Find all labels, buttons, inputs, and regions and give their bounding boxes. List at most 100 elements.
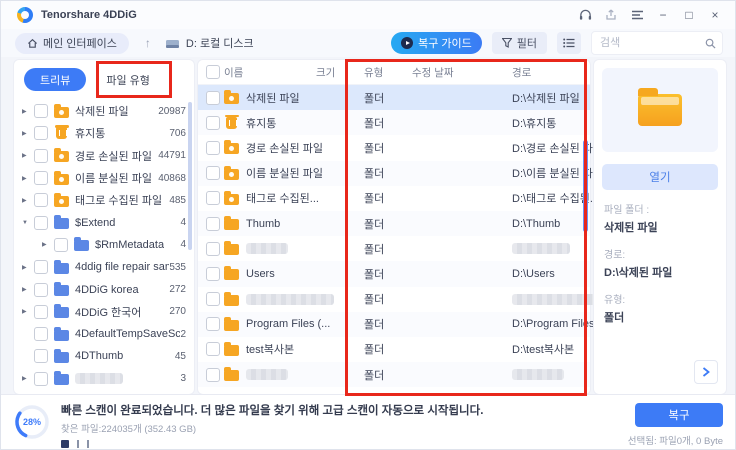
tree-item[interactable]: ▶ 휴지통 706 [14, 122, 188, 144]
tree-checkbox[interactable] [34, 215, 48, 230]
tree-checkbox[interactable] [34, 148, 48, 163]
tree-item[interactable]: ▶ 이름 분실된 파일 40868 [14, 167, 188, 189]
expand-arrow-icon[interactable]: ▶ [22, 264, 34, 271]
breadcrumb-drive[interactable]: D: 로컬 디스크 [165, 35, 254, 51]
expand-arrow-icon[interactable]: ▶ [22, 286, 34, 293]
headphones-support-icon[interactable] [575, 6, 595, 24]
column-date[interactable]: 수정 날짜 [412, 65, 512, 80]
file-type: 폴더 [364, 268, 385, 281]
row-checkbox[interactable] [206, 115, 220, 130]
tree-item[interactable]: ▼ $Extend 4 [14, 211, 188, 233]
expand-arrow-icon[interactable]: ▶ [22, 175, 34, 182]
tree-checkbox[interactable] [34, 126, 48, 141]
expand-arrow-icon[interactable]: ▶ [22, 308, 34, 315]
row-checkbox[interactable] [206, 216, 220, 231]
column-size[interactable]: 크기 [316, 65, 364, 80]
deleted-files-folder-icon [224, 90, 239, 105]
expand-arrow-icon[interactable]: ▼ [22, 220, 34, 226]
table-row[interactable]: 경로 손실된 파일 폴더 D:\경로 손실된 파일 [198, 135, 603, 160]
row-checkbox[interactable] [206, 166, 220, 181]
sidebar-scrollbar[interactable] [188, 102, 192, 250]
tree-item[interactable]: ▶ 4DDiG korea 272 [14, 278, 188, 300]
close-icon[interactable]: × [705, 6, 725, 24]
column-path[interactable]: 경로 [512, 65, 590, 80]
tree-item-count: 4 [180, 239, 186, 251]
table-row[interactable]: Users 폴더 D:\Users [198, 261, 590, 287]
row-checkbox[interactable] [206, 266, 220, 281]
tree-item[interactable]: ▶ 태그로 수집된 파일 485 [14, 189, 188, 211]
tree-item[interactable]: 4DefaultTempSaveScan2 [14, 323, 188, 345]
tree-checkbox[interactable] [34, 260, 48, 275]
file-list-scrollbar[interactable] [583, 140, 588, 232]
row-checkbox[interactable] [206, 241, 220, 256]
tag-folder-icon [54, 192, 69, 207]
pause-scan-button[interactable] [77, 440, 89, 448]
recover-button[interactable]: 복구 [635, 403, 723, 427]
select-all-checkbox[interactable] [206, 65, 220, 79]
row-checkbox[interactable] [206, 342, 220, 357]
column-type[interactable]: 유형 [364, 65, 412, 80]
table-row[interactable]: 삭제된 파일 폴더 D:\삭제된 파일 [198, 85, 590, 111]
expand-arrow-icon[interactable]: ▶ [22, 108, 34, 115]
table-row[interactable]: Thumb 폴더 D:\Thumb [198, 210, 590, 237]
tree-item[interactable]: 4DThumb 45 [14, 345, 188, 367]
column-name[interactable]: 이름 [224, 65, 316, 80]
tree-checkbox[interactable] [34, 282, 48, 297]
recovery-guide-button[interactable]: 복구 가이드 [391, 32, 482, 54]
drive-icon [165, 39, 179, 48]
open-button[interactable]: 열기 [602, 164, 718, 190]
tree-item[interactable]: ▶ 삭제된 파일 20987 [14, 100, 188, 122]
file-name: Program Files (... [246, 318, 331, 331]
maximize-icon[interactable]: □ [679, 6, 699, 24]
tree-checkbox[interactable] [34, 171, 48, 186]
table-row[interactable]: 휴지통 폴더 D:\휴지통 [198, 110, 590, 136]
table-row[interactable]: 폴더 [198, 236, 590, 261]
table-row[interactable]: 태그로 수집된... 폴더 D:\태그로 수집된... [198, 186, 599, 211]
next-page-button[interactable] [694, 360, 718, 384]
expand-arrow-icon[interactable]: ▶ [42, 241, 54, 248]
main-interface-button[interactable]: 메인 인터페이스 [15, 32, 129, 54]
row-checkbox[interactable] [206, 90, 220, 105]
up-arrow-icon[interactable]: ↑ [145, 36, 151, 50]
row-checkbox[interactable] [206, 191, 220, 206]
hamburger-menu-icon[interactable] [627, 6, 647, 24]
tree-checkbox[interactable] [34, 349, 48, 364]
tree-checkbox[interactable] [34, 371, 48, 386]
list-view-button[interactable] [557, 32, 581, 54]
tab-tree-view[interactable]: 트리뷰 [24, 68, 87, 91]
tree-checkbox[interactable] [34, 193, 48, 208]
file-name: 이름 분실된 파일 [246, 168, 323, 181]
expand-arrow-icon[interactable]: ▶ [22, 130, 34, 137]
expand-arrow-icon[interactable]: ▶ [22, 197, 34, 204]
table-row[interactable]: Program Files (... 폴더 D:\Program Files (..… [198, 311, 610, 337]
filter-button[interactable]: 필터 [491, 32, 547, 54]
share-icon[interactable] [601, 6, 621, 24]
expand-arrow-icon[interactable]: ▶ [22, 375, 34, 382]
tree-item[interactable]: ▶ $RmMetadata 4 [14, 234, 188, 256]
stop-scan-button[interactable] [61, 440, 69, 448]
tree-checkbox[interactable] [54, 237, 68, 252]
table-row[interactable]: test복사본 폴더 D:\test복사본 [198, 337, 590, 362]
table-row[interactable]: 폴더 [198, 362, 590, 388]
tree-item[interactable]: ▶ 3 [14, 368, 188, 390]
search-box[interactable] [591, 31, 723, 55]
file-type: 폴더 [364, 294, 385, 307]
table-row[interactable]: 이름 분실된 파일 폴더 D:\이름 분실된 파일 [198, 160, 603, 186]
row-checkbox[interactable] [206, 317, 220, 332]
search-input[interactable] [598, 36, 705, 50]
tree-item[interactable]: ▶ 4ddig file repair sample535 [14, 256, 188, 278]
table-row[interactable]: 폴더 [198, 287, 604, 312]
tree-checkbox[interactable] [34, 104, 48, 119]
tree-checkbox[interactable] [34, 327, 48, 342]
tree-item[interactable]: ▶ 경로 손실된 파일 44791 [14, 145, 188, 167]
folder-icon [54, 304, 69, 319]
row-checkbox[interactable] [206, 292, 220, 307]
tree-checkbox[interactable] [34, 304, 48, 319]
row-checkbox[interactable] [206, 367, 220, 382]
tree-item[interactable]: ▶ 4DDiG 한국어 270 [14, 301, 188, 323]
file-list-panel: 이름 크기 유형 수정 날짜 경로 삭제된 파일 폴더 D:\삭제된 파일 휴지통 폴더… [197, 59, 610, 395]
tab-file-type[interactable]: 파일 유형 [94, 68, 162, 91]
expand-arrow-icon[interactable]: ▶ [22, 152, 34, 159]
minimize-icon[interactable]: − [653, 6, 673, 24]
row-checkbox[interactable] [206, 140, 220, 155]
